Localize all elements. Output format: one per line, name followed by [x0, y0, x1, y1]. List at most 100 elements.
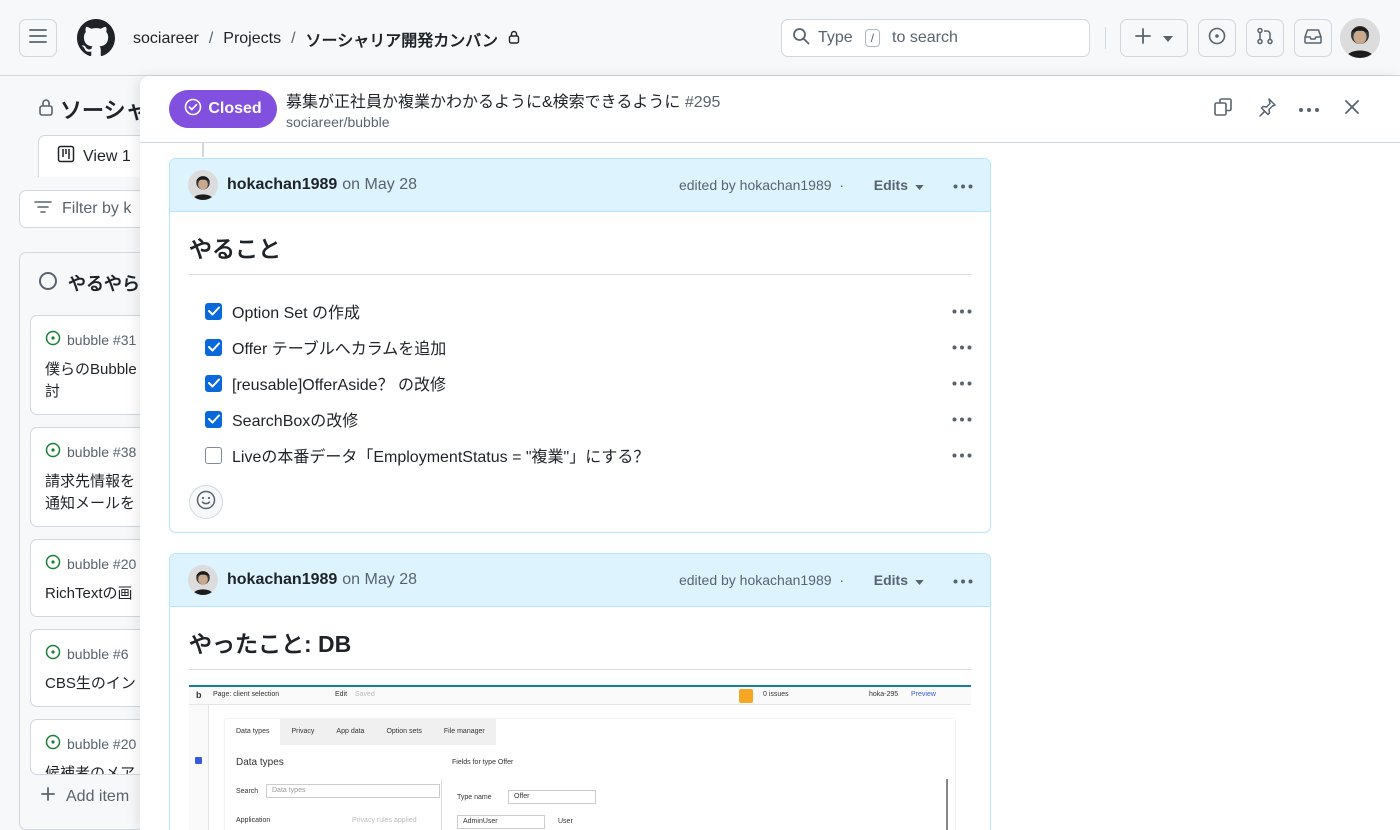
breadcrumb-project[interactable]: ソーシャリア開発カンバン [306, 27, 498, 51]
breadcrumb-separator: / [208, 30, 214, 47]
comment-header: hokachan1989 on May 28 edited by hokacha… [170, 159, 990, 212]
panel-header: Closed 募集が正社員か複業かわかるように&検索できるように #295 so… [140, 76, 1400, 143]
task-item: Option Set の作成 [189, 293, 972, 329]
issue-side-panel: Closed 募集が正社員か複業かわかるように&検索できるように #295 so… [140, 76, 1400, 830]
add-reaction-button[interactable] [189, 485, 223, 519]
user-avatar[interactable] [1340, 18, 1380, 58]
caret-down-icon [915, 572, 924, 588]
task-options-button[interactable] [951, 373, 973, 393]
screenshot-scrollbar [946, 779, 948, 830]
kebab-horizontal-icon [953, 571, 973, 589]
task-checkbox[interactable] [205, 446, 222, 464]
comment-date[interactable]: on May 28 [342, 176, 417, 194]
add-item-button[interactable]: Add item [40, 786, 129, 807]
smiley-icon [196, 490, 216, 515]
project-title: ソーシャ [38, 93, 148, 125]
issue-repo[interactable]: sociareer/bubble [286, 114, 390, 130]
issues-button[interactable] [1198, 19, 1236, 57]
hamburger-icon [29, 28, 47, 48]
task-item: Liveの本番データ「EmploymentStatus = "複業"」にする？ [189, 437, 972, 473]
edits-dropdown[interactable]: Edits [874, 177, 924, 193]
global-header: sociareer / Projects / ソーシャリア開発カンバン Type… [0, 0, 1400, 76]
comment-heading: やったこと: DB [189, 625, 972, 670]
task-checkbox[interactable] [205, 338, 222, 356]
breadcrumb-org[interactable]: sociareer [133, 30, 199, 48]
edited-by: edited by hokachan1989 · [678, 177, 844, 193]
kebab-horizontal-icon [1298, 100, 1320, 118]
search-input[interactable]: Type / to search [781, 19, 1090, 57]
comment-header: hokachan1989 on May 28 edited by hokacha… [170, 554, 990, 607]
create-new-button[interactable] [1120, 19, 1188, 57]
pull-request-icon [1256, 27, 1274, 50]
avatar[interactable] [188, 565, 218, 595]
task-options-button[interactable] [951, 337, 973, 357]
database-icon [195, 757, 202, 764]
task-options-button[interactable] [951, 445, 973, 465]
closed-check-icon [184, 98, 202, 121]
comment-body: やったこと: DB [170, 607, 990, 670]
lock-icon [508, 30, 520, 49]
issue-open-icon [45, 554, 61, 573]
task-checkbox[interactable] [205, 374, 222, 392]
menu-button[interactable] [19, 19, 57, 57]
screenshot-toolbar: b Page: client selection Edit Saved 0 is… [189, 687, 971, 705]
status-badge: Closed [169, 90, 277, 128]
breadcrumb-projects[interactable]: Projects [223, 30, 281, 48]
breadcrumb: sociareer / Projects / ソーシャリア開発カンバン [133, 27, 520, 51]
issue-open-icon [45, 330, 61, 349]
lock-icon [38, 96, 54, 122]
issue-open-icon [45, 734, 61, 753]
issue-icon [1208, 27, 1226, 50]
task-checkbox[interactable] [205, 410, 222, 428]
copy-icon [1213, 97, 1233, 122]
embedded-screenshot: b Page: client selection Edit Saved 0 is… [189, 685, 971, 830]
avatar[interactable] [188, 170, 218, 200]
comment-author[interactable]: hokachan1989 [227, 176, 337, 194]
column-status-icon [38, 271, 58, 296]
column-title: やるやら [38, 270, 140, 296]
issue-open-icon [45, 442, 61, 461]
task-item: SearchBoxの改修 [189, 401, 972, 437]
close-panel-button[interactable] [1339, 96, 1365, 122]
edits-dropdown[interactable]: Edits [874, 572, 924, 588]
task-options-button[interactable] [951, 301, 973, 321]
task-checkbox[interactable] [205, 302, 222, 320]
search-icon [792, 27, 810, 50]
task-options-button[interactable] [951, 409, 973, 429]
plus-icon [40, 786, 56, 807]
comment-body: やること Option Set の作成 Offer テーブルへカラムを追加 [r… [170, 212, 990, 519]
comment-heading: やること [189, 230, 972, 275]
filter-icon [34, 200, 52, 219]
task-item: [reusable]OfferAside？ の改修 [189, 365, 972, 401]
issue-number: #295 [684, 94, 721, 111]
kebab-horizontal-icon [953, 176, 973, 194]
comment-author[interactable]: hokachan1989 [227, 571, 337, 589]
header-divider [1105, 27, 1106, 49]
caret-down-icon [1163, 29, 1173, 47]
screenshot-divider [441, 779, 442, 830]
more-options-button[interactable] [1296, 96, 1322, 122]
gift-icon [739, 689, 753, 703]
comment: hokachan1989 on May 28 edited by hokacha… [169, 553, 991, 830]
comment-date[interactable]: on May 28 [342, 571, 417, 589]
pull-requests-button[interactable] [1246, 19, 1284, 57]
github-logo-icon[interactable] [77, 19, 115, 57]
screenshot-tabs: Data types Privacy App data Option sets … [225, 719, 496, 745]
issue-open-icon [45, 644, 61, 663]
search-shortcut-key: / [864, 29, 881, 47]
pin-icon [1257, 97, 1277, 122]
timeline-line [202, 143, 204, 157]
inbox-button[interactable] [1294, 19, 1332, 57]
comment-options-button[interactable] [952, 570, 974, 590]
comment-options-button[interactable] [952, 175, 974, 195]
close-icon [1345, 99, 1359, 119]
caret-down-icon [915, 177, 924, 193]
issue-title[interactable]: 募集が正社員か複業かわかるように&検索できるように #295 [286, 88, 720, 112]
inbox-icon [1304, 28, 1322, 49]
copy-button[interactable] [1210, 96, 1236, 122]
breadcrumb-separator: / [291, 30, 296, 47]
pin-button[interactable] [1254, 96, 1280, 122]
comment: hokachan1989 on May 28 edited by hokacha… [169, 158, 991, 533]
edited-by: edited by hokachan1989 · [678, 572, 844, 588]
screenshot-sidebar [189, 705, 209, 830]
